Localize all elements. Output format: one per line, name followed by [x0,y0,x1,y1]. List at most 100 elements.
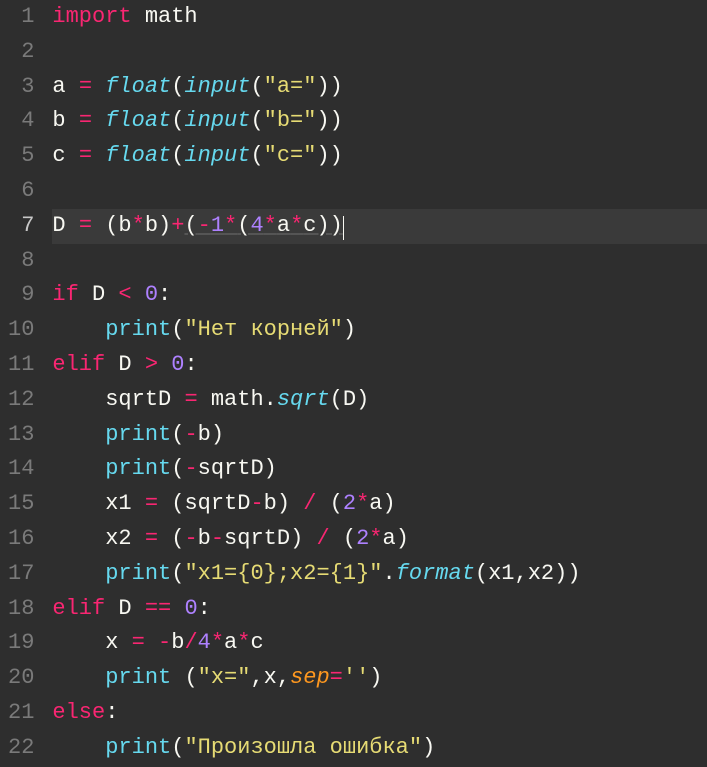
token-punc: ) [422,735,435,760]
token-op: + [171,213,184,238]
token-punc: ( [250,143,263,168]
code-line[interactable]: print("x1={0};x2={1}".format(x1,x2)) [52,557,707,592]
code-line[interactable]: b = float(input("b=")) [52,104,707,139]
line-number: 10 [8,313,34,348]
token-punc: ( [171,526,184,551]
code-line[interactable] [52,244,707,279]
token-op: / [303,491,316,516]
token-op: - [184,422,197,447]
token-id: a [224,630,237,655]
code-editor[interactable]: 12345678910111213141516171819202122 impo… [0,0,707,767]
token-id: b [171,630,184,655]
token-punc: ( [250,108,263,133]
token-punc: )) [554,561,580,586]
code-line[interactable]: print(-b) [52,418,707,453]
token-punc: ) [211,422,224,447]
code-line[interactable]: import math [52,0,707,35]
token-id: math [145,4,198,29]
token-punc: )) [316,213,342,238]
code-line[interactable]: print ("x=",x,sep='') [52,661,707,696]
token-op: / [184,630,197,655]
text-cursor [343,216,344,240]
code-area[interactable]: import math a = float(input("a="))b = fl… [48,0,707,767]
token-op: * [211,630,224,655]
token-fn: input [184,108,250,133]
line-number: 4 [8,104,34,139]
token-str: "x=" [198,665,251,690]
token-punc: ) [369,665,382,690]
line-number: 1 [8,0,34,35]
token-punc: ( [184,665,197,690]
token-punc: : [158,282,171,307]
token-kw: else [52,700,105,725]
token-call: print [105,735,171,760]
token-str: "a=" [264,74,317,99]
code-line[interactable]: x = -b/4*a*c [52,626,707,661]
code-line[interactable]: D = (b*b)+(-1*(4*a*c)) [52,209,707,244]
token-str: "Произошла ошибка" [184,735,422,760]
token-id: c [52,143,65,168]
token-op: - [198,213,211,238]
token-op: = [330,665,343,690]
token-op: - [211,526,224,551]
token-punc: , [250,665,263,690]
token-punc: )) [316,108,342,133]
token-kw: if [52,282,78,307]
code-line[interactable]: if D < 0: [52,278,707,313]
token-op: * [132,213,145,238]
line-number: 20 [8,661,34,696]
token-punc: ( [330,491,343,516]
token-punc: ) [382,491,395,516]
token-punc: , [515,561,528,586]
line-number: 7 [8,209,34,244]
line-number: 21 [8,696,34,731]
code-line[interactable] [52,35,707,70]
token-punc: ( [171,108,184,133]
token-op: * [264,213,277,238]
code-line[interactable] [52,174,707,209]
token-arg: sep [290,665,330,690]
token-punc: : [198,596,211,621]
line-number: 12 [8,383,34,418]
token-op: > [145,352,158,377]
token-kw: import [52,4,131,29]
token-punc: )) [316,74,342,99]
token-id: b [145,213,158,238]
line-number: 2 [8,35,34,70]
code-line[interactable]: x2 = (-b-sqrtD) / (2*a) [52,522,707,557]
code-line[interactable]: print("Произошла ошибка") [52,731,707,766]
token-call: print [105,665,171,690]
token-id: c [250,630,263,655]
code-line[interactable]: elif D > 0: [52,348,707,383]
token-punc: ( [105,213,118,238]
code-line[interactable]: elif D == 0: [52,592,707,627]
token-punc: ( [237,213,250,238]
token-id: D [52,213,65,238]
code-line[interactable]: else: [52,696,707,731]
token-punc: , [277,665,290,690]
line-number: 22 [8,731,34,766]
token-punc: ( [171,74,184,99]
token-id: a [52,74,65,99]
token-op: = [79,108,92,133]
token-fn: sqrt [277,387,330,412]
token-num: 0 [145,282,158,307]
line-number: 11 [8,348,34,383]
token-id: D [92,282,105,307]
token-op: - [158,630,171,655]
code-line[interactable]: x1 = (sqrtD-b) / (2*a) [52,487,707,522]
token-id: x [105,630,118,655]
token-fn: input [184,143,250,168]
code-line[interactable]: sqrtD = math.sqrt(D) [52,383,707,418]
token-punc: . [264,387,277,412]
token-fn: format [396,561,475,586]
code-line[interactable]: print(-sqrtD) [52,452,707,487]
token-punc: )) [316,143,342,168]
code-line[interactable]: print("Нет корней") [52,313,707,348]
token-op: * [237,630,250,655]
token-punc: ) [356,387,369,412]
code-line[interactable]: a = float(input("a=")) [52,70,707,105]
code-line[interactable]: c = float(input("c=")) [52,139,707,174]
token-id: x [264,665,277,690]
token-fn: float [105,74,171,99]
